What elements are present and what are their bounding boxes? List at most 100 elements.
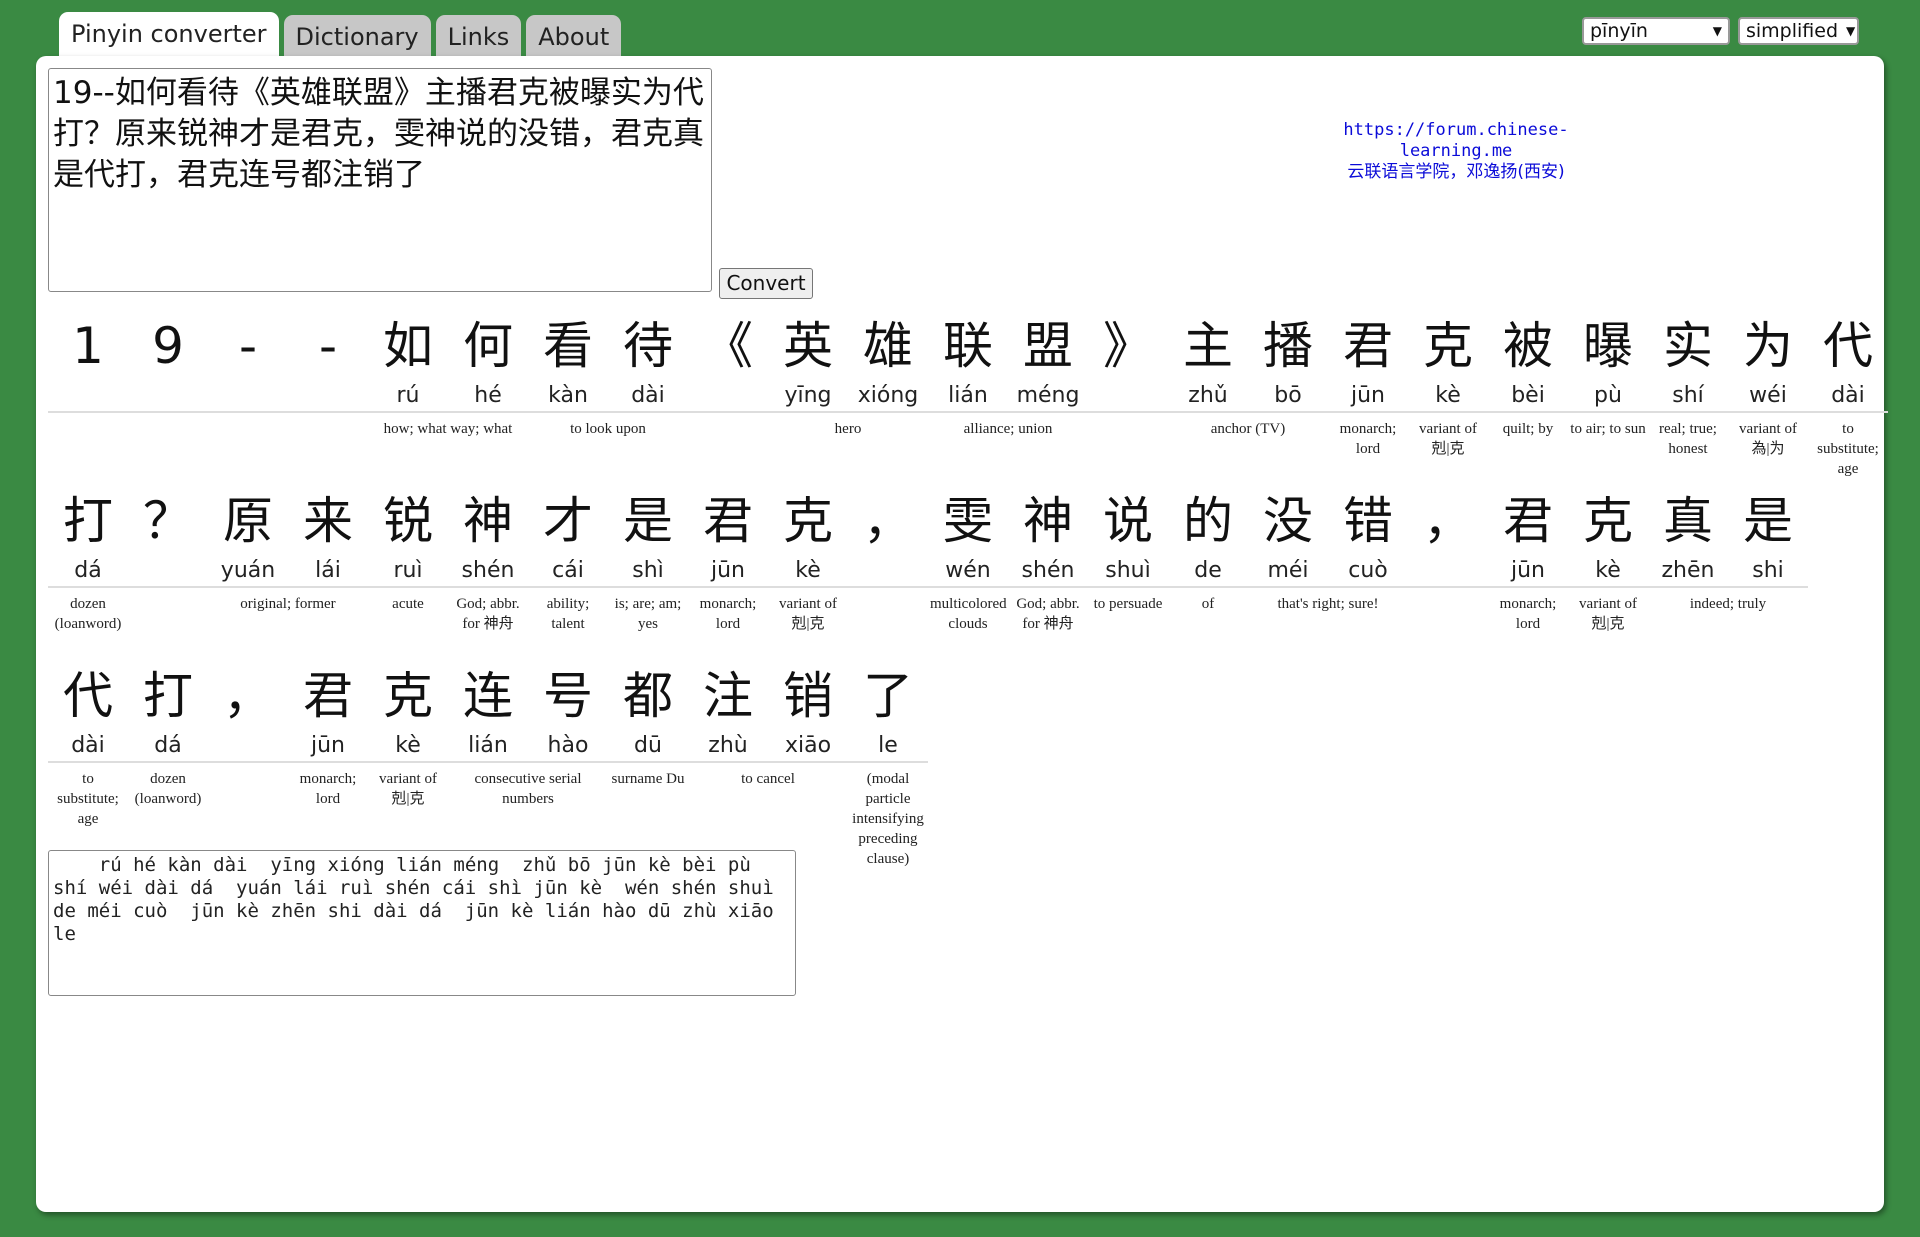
hanzi-char: 克 xyxy=(1583,492,1633,550)
hanzi-cell: 联 lián alliance; union xyxy=(928,311,1052,479)
definition: variant of 剋|克 xyxy=(1419,421,1477,457)
forum-link[interactable]: https://forum.chinese-learning.me xyxy=(1296,120,1616,162)
pinyin-reading xyxy=(208,381,288,413)
pinyin-reading: le xyxy=(848,731,928,763)
chinese-input[interactable]: 19--如何看待《英雄联盟》主播君克被曝实为代打？原来锐神才是君克，雯神说的没错… xyxy=(48,68,712,292)
hanzi-char: 曝 xyxy=(1583,317,1633,375)
tone-style-select[interactable]: pīnyīn ▼ xyxy=(1582,17,1730,45)
hanzi-char: 注 xyxy=(703,667,753,725)
hanzi-char: ？ xyxy=(143,492,193,550)
definition: variant of 剋|克 xyxy=(379,771,437,807)
pinyin-reading xyxy=(128,381,208,413)
pinyin-reading: bō xyxy=(1248,381,1328,413)
hanzi-char: 看 xyxy=(543,317,593,375)
definition: variant of 為|为 xyxy=(1739,421,1797,457)
hanzi-cell: 了 le (modal particle intensifying precedin… xyxy=(848,661,928,869)
hanzi-char: 真 xyxy=(1663,492,1713,550)
pinyin-reading xyxy=(48,381,128,413)
pinyin-reading: méi xyxy=(1248,556,1328,588)
hanzi-char: 代 xyxy=(63,667,113,725)
definition: acute xyxy=(392,596,424,612)
script-select[interactable]: simplified ▼ xyxy=(1738,17,1859,45)
hanzi-cell: 君 jūn monarch; lord xyxy=(688,486,768,634)
pinyin-reading: wéi xyxy=(1728,381,1808,413)
pinyin-reading: jūn xyxy=(688,556,768,588)
pinyin-output[interactable]: rú hé kàn dài yīng xióng lián méng zhǔ b… xyxy=(48,850,796,996)
annotation-row: 打 dá dozen (loanword)？原 yuán original; forme… xyxy=(48,486,1808,634)
hanzi-cell: 锐 ruì acute xyxy=(368,486,448,634)
hanzi-cell: 说 shuì to persuade xyxy=(1088,486,1168,634)
convert-button[interactable]: Convert xyxy=(719,268,813,299)
pinyin-reading: wén xyxy=(928,556,1008,588)
pinyin-reading: shi xyxy=(1728,556,1808,588)
hanzi-char: 克 xyxy=(383,667,433,725)
hanzi-cell: 君 jūn monarch; lord xyxy=(288,661,368,869)
hanzi-cell: 代 dài to substitute; age xyxy=(48,661,128,869)
pinyin-reading: kè xyxy=(1408,381,1488,413)
pinyin-reading: shí xyxy=(1648,381,1728,413)
hanzi-cell: 连 lián consecutive serial numbers xyxy=(448,661,582,869)
hanzi-char: 是 xyxy=(1743,492,1793,550)
hanzi-cell: 如 rú how; what way; what xyxy=(368,311,512,479)
hanzi-cell: 实 shí real; true; honest xyxy=(1648,311,1728,479)
hanzi-cell: 待 dài xyxy=(608,311,688,479)
hanzi-cell: 播 bō xyxy=(1248,311,1328,479)
definition xyxy=(208,413,288,419)
pinyin-reading: dá xyxy=(48,556,128,588)
hanzi-cell: 才 cái ability; talent xyxy=(528,486,608,634)
definition: to substitute; age xyxy=(57,771,119,827)
definition xyxy=(688,413,768,419)
hanzi-char: 打 xyxy=(63,492,113,550)
hanzi-cell: 雯 wén multicolored clouds xyxy=(928,486,1008,634)
hanzi-cell: 是 shi xyxy=(1728,486,1808,634)
hanzi-cell: ， xyxy=(208,661,288,869)
pinyin-reading xyxy=(1088,381,1168,413)
tone-style-value: pīnyīn xyxy=(1590,20,1648,42)
credit-org: 云联语言学院，邓逸扬(西安) xyxy=(1347,162,1565,182)
pinyin-reading: dá xyxy=(128,731,208,763)
tab-pinyin-converter[interactable]: Pinyin converter xyxy=(59,12,279,57)
pinyin-reading: yīng xyxy=(768,381,848,413)
hanzi-cell: 没 méi that's right; sure! xyxy=(1248,486,1379,634)
pinyin-reading: hé xyxy=(448,381,528,413)
hanzi-char: 号 xyxy=(543,667,593,725)
hanzi-cell: 错 cuò xyxy=(1328,486,1408,634)
pinyin-reading: zhù xyxy=(688,731,768,763)
tab-bar: Pinyin converter Dictionary Links About xyxy=(59,12,622,57)
hanzi-char: 神 xyxy=(463,492,513,550)
definition: ability; talent xyxy=(546,596,590,632)
hanzi-cell: 《 xyxy=(688,311,768,479)
definition: to persuade xyxy=(1093,596,1163,612)
hanzi-cell: 》 xyxy=(1088,311,1168,479)
tab-about[interactable]: About xyxy=(526,15,622,57)
definition: God; abbr. for 神舟 xyxy=(456,596,520,632)
script-value: simplified xyxy=(1746,20,1839,42)
hanzi-cell: 雄 xióng xyxy=(848,311,928,479)
chevron-down-icon: ▼ xyxy=(1846,24,1856,38)
hanzi-char: 是 xyxy=(623,492,673,550)
hanzi-cell: 盟 méng xyxy=(1008,311,1088,479)
hanzi-char: ， xyxy=(1423,492,1473,550)
tab-links[interactable]: Links xyxy=(435,15,522,57)
hanzi-char: 》 xyxy=(1103,317,1153,375)
converter-panel: 19--如何看待《英雄联盟》主播君克被曝实为代打？原来锐神才是君克，雯神说的没错… xyxy=(36,56,1888,1212)
pinyin-reading xyxy=(688,381,768,413)
tab-dictionary[interactable]: Dictionary xyxy=(283,15,431,57)
hanzi-cell: 代 dài to substitute; age xyxy=(1808,311,1888,479)
pinyin-reading: shén xyxy=(448,556,528,588)
hanzi-char: 播 xyxy=(1263,317,1313,375)
annotation-row: 代 dài to substitute; age 打 dá dozen (loanword… xyxy=(48,661,928,869)
hanzi-cell: - xyxy=(208,311,288,479)
hanzi-char: 锐 xyxy=(383,492,433,550)
pinyin-reading: méng xyxy=(1008,381,1088,413)
pinyin-reading: pù xyxy=(1568,381,1648,413)
pinyin-reading: cái xyxy=(528,556,608,588)
hanzi-char: 君 xyxy=(1503,492,1553,550)
hanzi-cell: 看 kàn to look upon xyxy=(528,311,646,479)
hanzi-char: - xyxy=(238,317,258,375)
hanzi-char: 实 xyxy=(1663,317,1713,375)
pinyin-reading: bèi xyxy=(1488,381,1568,413)
definition: dozen (loanword) xyxy=(134,771,202,807)
pinyin-reading: dài xyxy=(48,731,128,763)
hanzi-char: 打 xyxy=(143,667,193,725)
